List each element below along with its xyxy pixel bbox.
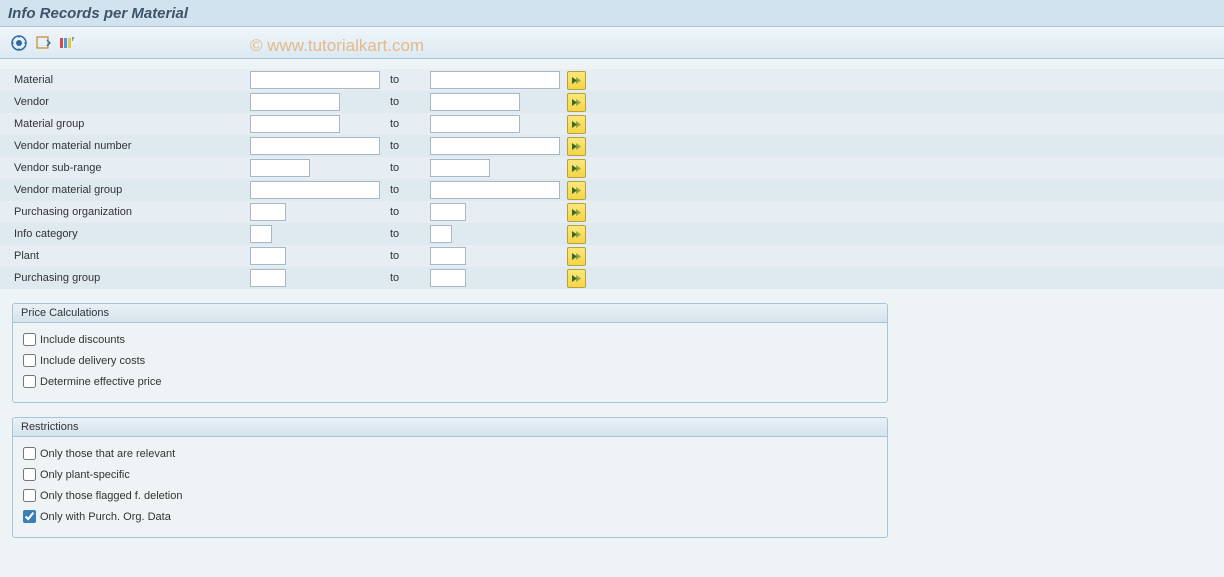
checkbox-label: Include delivery costs [40, 355, 145, 367]
to-label: to [385, 206, 430, 218]
checkbox-label: Determine effective price [40, 376, 161, 388]
to-input[interactable] [430, 203, 466, 221]
from-input[interactable] [250, 247, 286, 265]
multiple-selection-button[interactable] [567, 93, 586, 112]
from-input[interactable] [250, 269, 286, 287]
row-label: Info category [0, 228, 250, 240]
from-input[interactable] [250, 203, 286, 221]
checkbox-row: Determine effective price [23, 371, 877, 392]
selection-row: Vendor sub-range to [0, 157, 1224, 179]
checkbox[interactable] [23, 468, 36, 481]
variant-icon[interactable] [34, 34, 52, 52]
to-label: to [385, 140, 430, 152]
row-label: Plant [0, 250, 250, 262]
checkbox-row: Only those that are relevant [23, 443, 877, 464]
group-header-price: Price Calculations [13, 304, 887, 323]
restrictions-group: Restrictions Only those that are relevan… [12, 417, 888, 538]
row-label: Purchasing organization [0, 206, 250, 218]
to-label: to [385, 228, 430, 240]
to-input[interactable] [430, 71, 560, 89]
multiple-selection-button[interactable] [567, 137, 586, 156]
layout-icon[interactable] [58, 34, 76, 52]
multiple-selection-button[interactable] [567, 269, 586, 288]
from-input[interactable] [250, 159, 310, 177]
multiple-selection-button[interactable] [567, 115, 586, 134]
to-input[interactable] [430, 225, 452, 243]
selection-row: Material to [0, 69, 1224, 91]
execute-icon[interactable] [10, 34, 28, 52]
price-calculations-group: Price Calculations Include discounts Incl… [12, 303, 888, 403]
selection-row: Purchasing group to [0, 267, 1224, 289]
from-input[interactable] [250, 181, 380, 199]
content-area: MaterialtoVendortoMaterial grouptoVendor… [0, 59, 1224, 577]
to-label: to [385, 272, 430, 284]
checkbox-label: Include discounts [40, 334, 125, 346]
row-label: Purchasing group [0, 272, 250, 284]
row-label: Vendor material number [0, 140, 250, 152]
from-input[interactable] [250, 93, 340, 111]
from-input[interactable] [250, 225, 272, 243]
checkbox-label: Only those that are relevant [40, 448, 175, 460]
checkbox-row: Include discounts [23, 329, 877, 350]
to-label: to [385, 74, 430, 86]
multiple-selection-button[interactable] [567, 181, 586, 200]
page-title: Info Records per Material [8, 5, 188, 22]
checkbox[interactable] [23, 489, 36, 502]
row-label: Material group [0, 118, 250, 130]
to-input[interactable] [430, 159, 490, 177]
to-input[interactable] [430, 269, 466, 287]
checkbox-row: Only those flagged f. deletion [23, 485, 877, 506]
from-input[interactable] [250, 137, 380, 155]
to-input[interactable] [430, 247, 466, 265]
to-label: to [385, 96, 430, 108]
selection-row: Vendor material group to [0, 179, 1224, 201]
title-bar: Info Records per Material [0, 0, 1224, 27]
to-input[interactable] [430, 181, 560, 199]
group-header-restrictions: Restrictions [13, 418, 887, 437]
selection-row: Material group to [0, 113, 1224, 135]
multiple-selection-button[interactable] [567, 225, 586, 244]
from-input[interactable] [250, 71, 380, 89]
checkbox-row: Only plant-specific [23, 464, 877, 485]
to-label: to [385, 184, 430, 196]
checkbox[interactable] [23, 375, 36, 388]
checkbox[interactable] [23, 333, 36, 346]
from-input[interactable] [250, 115, 340, 133]
checkbox-label: Only those flagged f. deletion [40, 490, 182, 502]
row-label: Material [0, 74, 250, 86]
checkbox-label: Only plant-specific [40, 469, 130, 481]
checkbox[interactable] [23, 447, 36, 460]
checkbox[interactable] [23, 510, 36, 523]
to-label: to [385, 250, 430, 262]
row-label: Vendor [0, 96, 250, 108]
multiple-selection-button[interactable] [567, 247, 586, 266]
toolbar [0, 27, 1224, 59]
checkbox[interactable] [23, 354, 36, 367]
selection-row: Info category to [0, 223, 1224, 245]
multiple-selection-button[interactable] [567, 159, 586, 178]
multiple-selection-button[interactable] [567, 71, 586, 90]
to-input[interactable] [430, 93, 520, 111]
selection-row: Vendor to [0, 91, 1224, 113]
selection-row: Plant to [0, 245, 1224, 267]
row-label: Vendor material group [0, 184, 250, 196]
selection-row: Purchasing organization to [0, 201, 1224, 223]
row-label: Vendor sub-range [0, 162, 250, 174]
checkbox-row: Include delivery costs [23, 350, 877, 371]
to-input[interactable] [430, 137, 560, 155]
to-label: to [385, 118, 430, 130]
checkbox-label: Only with Purch. Org. Data [40, 511, 171, 523]
to-input[interactable] [430, 115, 520, 133]
checkbox-row: Only with Purch. Org. Data [23, 506, 877, 527]
selection-row: Vendor material number to [0, 135, 1224, 157]
to-label: to [385, 162, 430, 174]
multiple-selection-button[interactable] [567, 203, 586, 222]
